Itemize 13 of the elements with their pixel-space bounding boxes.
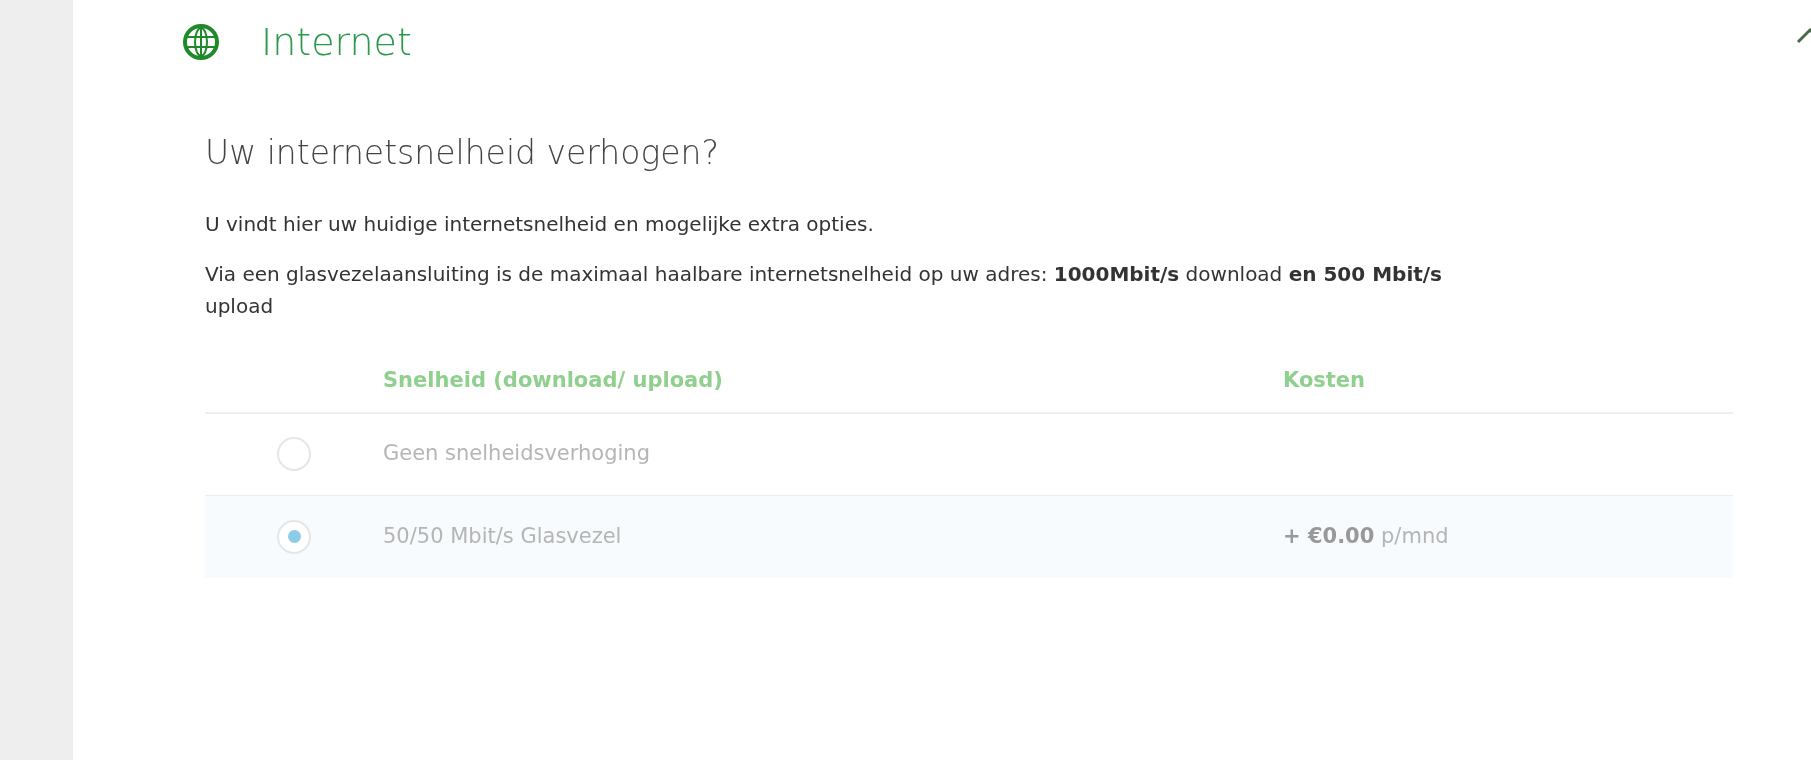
column-header: Snelheid (download/ upload) (383, 367, 723, 392)
paragraph: Via een glasvezelaansluiting is de maximaal haalbare internetsnelheid op uw adres: 1000Mbit/s download en 500 Mbit/s upload (205, 260, 1443, 320)
globe-icon (181, 22, 221, 62)
speed-option: 50/50 Mbit/s Glasvezel (383, 523, 622, 548)
radio-button[interactable] (277, 519, 311, 554)
paragraph: U vindt hier uw huidige internetsnelheid en mogelijke extra opties. (205, 210, 875, 238)
selected-row[interactable]: 50/50 Mbit/s Glasvezel + €0.00 p/mnd (205, 495, 1733, 578)
section-heading: Uw internetsnelheid verhogen? (205, 132, 720, 174)
speed-option: Geen snelheidsverhoging (383, 441, 650, 466)
cost-text: + €0.00 p/mnd (1283, 523, 1449, 548)
column-header: Kosten (1283, 367, 1366, 392)
radio-button[interactable] (277, 437, 311, 471)
section-title[interactable]: Internet (261, 13, 412, 71)
